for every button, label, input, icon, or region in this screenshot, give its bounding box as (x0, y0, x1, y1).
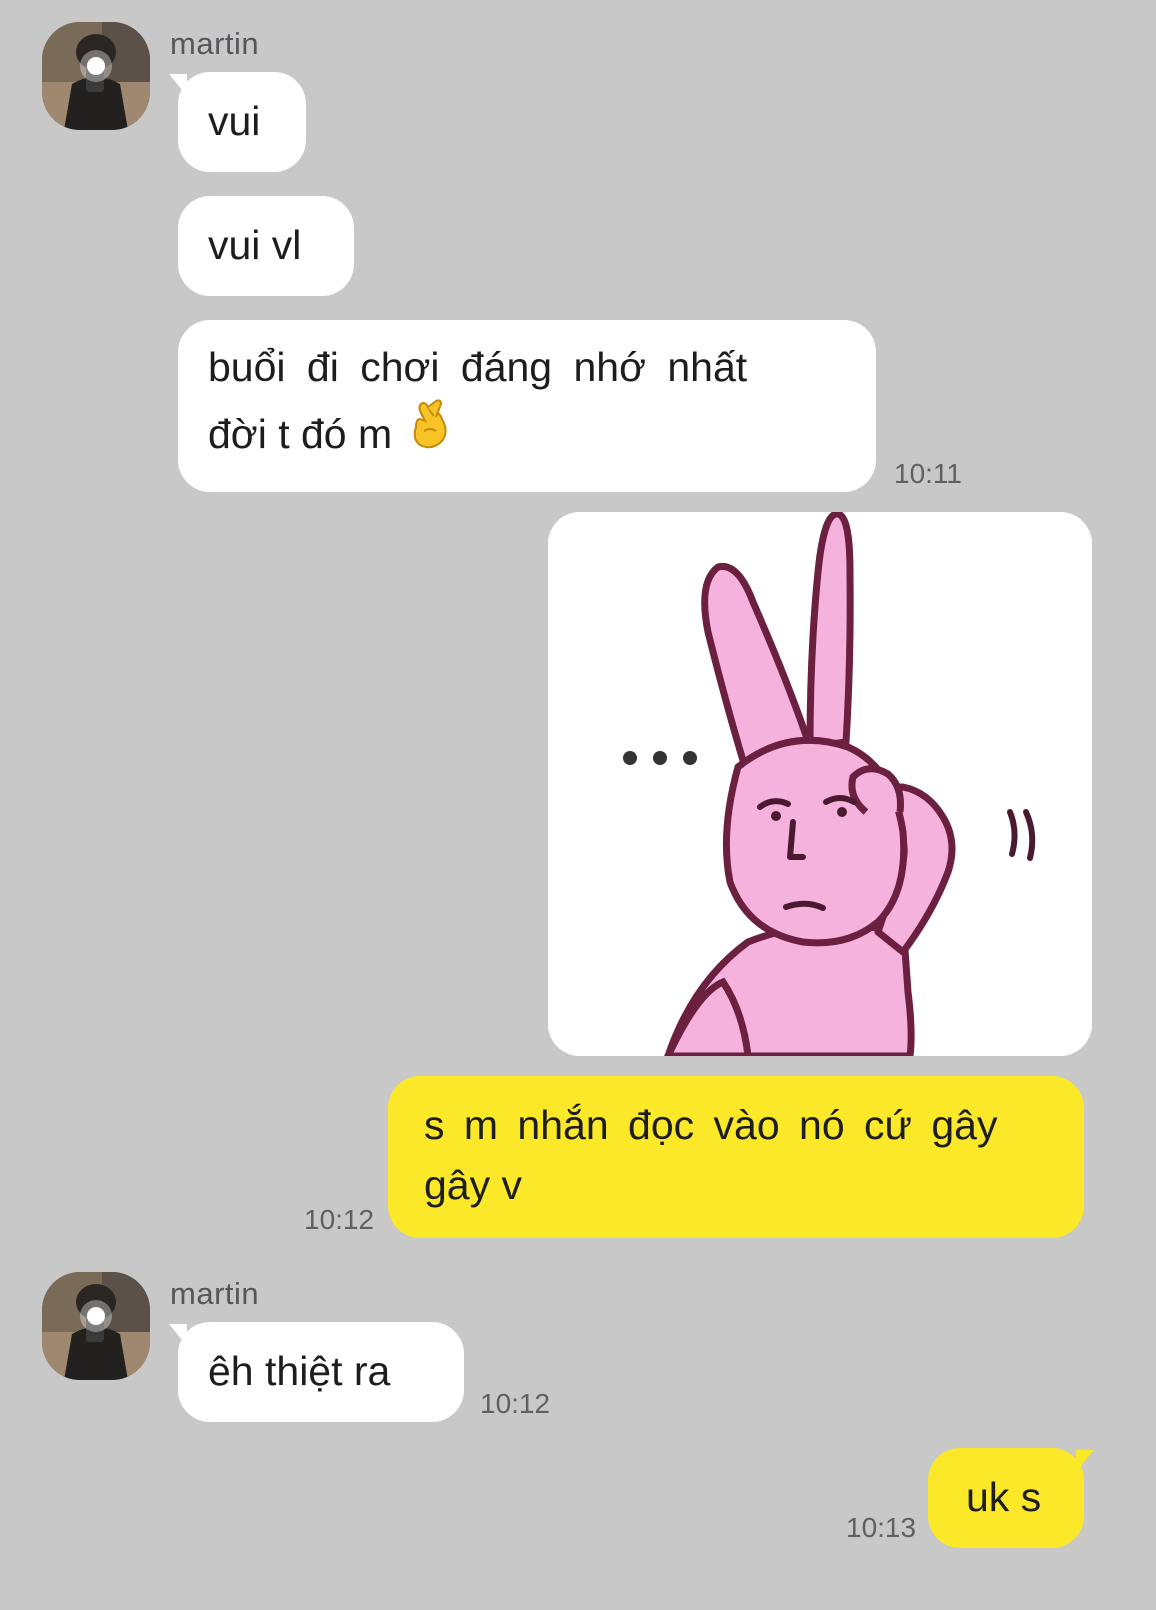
incoming-message[interactable]: vui (169, 72, 306, 172)
outgoing-message[interactable]: uk s (928, 1448, 1094, 1548)
message-timestamp: 10:12 (304, 1204, 375, 1235)
avatar[interactable] (42, 1272, 150, 1380)
bubble-tail (1076, 1450, 1094, 1472)
sticker-image[interactable] (548, 512, 1092, 1056)
message-text-line-2: đời t đó m (208, 399, 838, 470)
crossed-fingers-icon (406, 397, 450, 470)
sender-name: martin (170, 26, 260, 61)
incoming-message[interactable]: buổi đi chơi đáng nhớ nhất đời t đó m (178, 320, 876, 492)
message-timestamp: 10:11 (894, 458, 962, 489)
profile-photo (42, 1272, 150, 1380)
message-text: uk s (966, 1474, 1042, 1520)
pink-bunny-sticker (548, 512, 1092, 1056)
message-text: vui vl (208, 222, 302, 268)
bubble-tail (169, 1324, 187, 1346)
profile-photo (42, 22, 150, 130)
message-text: buổi đi chơi đáng nhớ nhất (208, 344, 748, 390)
bubble-tail (169, 74, 187, 96)
message-text: vui (208, 98, 261, 144)
message-text: êh thiệt ra (208, 1348, 391, 1394)
message-timestamp: 10:12 (480, 1388, 551, 1419)
message-timestamp: 10:13 (846, 1512, 917, 1543)
incoming-message[interactable]: êh thiệt ra (169, 1322, 464, 1422)
incoming-message[interactable]: vui vl (178, 196, 354, 296)
sender-name: martin (170, 1276, 260, 1311)
outgoing-message[interactable]: s m nhắn đọc vào nó cứ gây gây v (388, 1076, 1084, 1238)
message-text-line-2: gây v (424, 1162, 522, 1208)
avatar[interactable] (42, 22, 150, 130)
